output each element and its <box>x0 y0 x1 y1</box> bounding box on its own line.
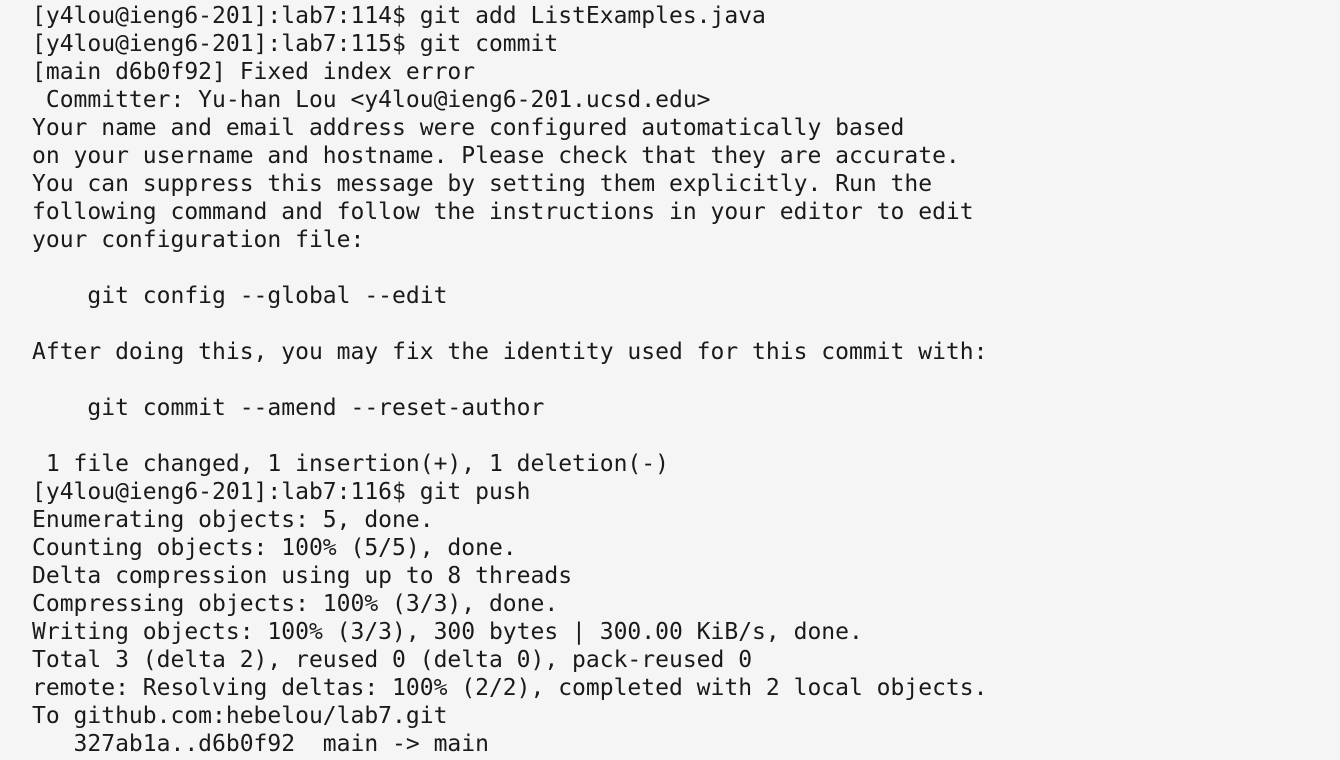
terminal-line: following command and follow the instruc… <box>32 199 974 225</box>
terminal-line: [main d6b0f92] Fixed index error <box>32 59 476 85</box>
terminal-line: [y4lou@ieng6-201]:lab7:115$ git commit <box>32 31 559 57</box>
terminal-line: git commit --amend --reset-author <box>32 395 545 421</box>
terminal-line: remote: Resolving deltas: 100% (2/2), co… <box>32 675 988 701</box>
terminal-output[interactable]: [y4lou@ieng6-201]:lab7:114$ git add List… <box>0 0 1340 760</box>
terminal-line: on your username and hostname. Please ch… <box>32 143 960 169</box>
terminal-line: your configuration file: <box>32 227 365 253</box>
terminal-line: To github.com:hebelou/lab7.git <box>32 703 448 729</box>
terminal-line-last: 327ab1a..d6b0f92 main -> main <box>32 730 1340 758</box>
terminal-line: Delta compression using up to 8 threads <box>32 563 573 589</box>
terminal-line: Counting objects: 100% (5/5), done. <box>32 535 517 561</box>
terminal-line: Compressing objects: 100% (3/3), done. <box>32 591 559 617</box>
terminal-line: Total 3 (delta 2), reused 0 (delta 0), p… <box>32 647 753 673</box>
terminal-line: Committer: Yu-han Lou <y4lou@ieng6-201.u… <box>32 87 711 113</box>
terminal-line: Enumerating objects: 5, done. <box>32 507 434 533</box>
terminal-line: You can suppress this message by setting… <box>32 171 933 197</box>
terminal-line: Writing objects: 100% (3/3), 300 bytes |… <box>32 619 863 645</box>
terminal-line: Your name and email address were configu… <box>32 115 905 141</box>
terminal-line: After doing this, you may fix the identi… <box>32 339 988 365</box>
terminal-line: 1 file changed, 1 insertion(+), 1 deleti… <box>32 451 669 477</box>
terminal-line: git config --global --edit <box>32 283 448 309</box>
terminal-line: [y4lou@ieng6-201]:lab7:114$ git add List… <box>32 3 766 29</box>
terminal-line-text: 327ab1a..d6b0f92 main -> main <box>32 731 489 757</box>
terminal-line: [y4lou@ieng6-201]:lab7:116$ git push <box>32 479 531 505</box>
